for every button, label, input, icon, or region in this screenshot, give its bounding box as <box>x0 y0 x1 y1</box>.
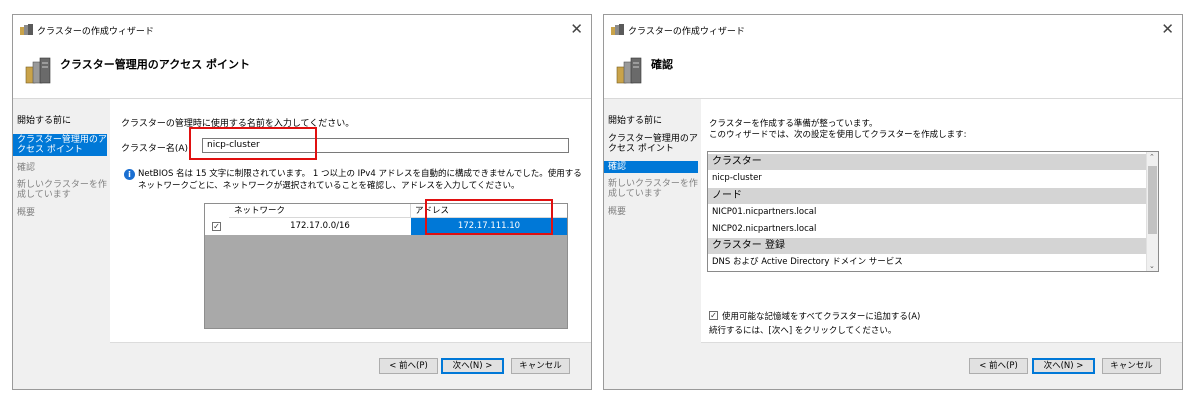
close-icon[interactable]: ✕ <box>1161 21 1174 37</box>
add-storage-label[interactable]: 使用可能な記憶域をすべてクラスターに追加する(A) <box>722 310 920 322</box>
summary-value-node1: NICP01.nicpartners.local <box>712 207 817 217</box>
scroll-up-icon[interactable]: ⌃ <box>1149 153 1155 161</box>
wizard-footer: < 前へ(P) 次へ(N) > キャンセル <box>701 342 1182 389</box>
summary-heading-cluster: クラスター <box>708 154 1148 170</box>
summary-scrollbar[interactable]: ⌃ ⌄ <box>1146 152 1158 271</box>
step-creating-cluster: 新しいクラスターを作成しています <box>608 179 698 199</box>
cluster-wizard-window-left: クラスターの作成ウィザード ✕ クラスター管理用のアクセス ポイント 開始する前… <box>12 14 592 390</box>
info-text-line1: NetBIOS 名は 15 文字に制限されています。 1 つ以上の IPv4 ア… <box>138 169 582 179</box>
summary-value-registration: DNS および Active Directory ドメイン サービス <box>712 257 903 267</box>
table-cell-network: 172.17.0.0/16 <box>229 218 412 235</box>
summary-value-node2: NICP02.nicpartners.local <box>712 224 817 234</box>
step-summary: 概要 <box>608 207 627 217</box>
table-header-check <box>205 204 230 219</box>
back-button[interactable]: < 前へ(P) <box>969 358 1028 374</box>
cluster-wizard-window-right: クラスターの作成ウィザード ✕ 確認 開始する前に クラスター管理用のアクセス … <box>603 14 1183 390</box>
step-creating-cluster: 新しいクラスターを作成しています <box>17 180 107 200</box>
wizard-footer: < 前へ(P) 次へ(N) > キャンセル <box>110 342 591 389</box>
next-button[interactable]: 次へ(N) > <box>1032 358 1095 374</box>
cluster-name-label: クラスター名(A): <box>121 144 192 154</box>
step-before-you-begin[interactable]: 開始する前に <box>608 116 698 126</box>
page-title: クラスター管理用のアクセス ポイント <box>60 58 251 71</box>
wizard-steps: 開始する前に クラスター管理用のアクセス ポイント 確認 新しいクラスターを作成… <box>13 99 110 389</box>
cluster-servers-icon <box>25 57 51 84</box>
table-header-network: ネットワーク <box>229 204 411 218</box>
cluster-app-icon <box>611 24 624 35</box>
intro-text-line2: このウィザードでは、次の設定を使用してクラスターを作成します: <box>709 130 967 140</box>
info-icon: i <box>124 169 135 180</box>
title-bar: クラスターの作成ウィザード ✕ <box>604 15 1182 45</box>
summary-heading-registration: クラスター 登録 <box>708 238 1148 254</box>
scroll-thumb[interactable] <box>1148 166 1157 234</box>
highlight-box-name <box>189 127 317 160</box>
continue-text: 続行するには、[次へ] をクリックしてください。 <box>709 326 897 336</box>
add-storage-checkbox[interactable]: ✓ <box>709 311 718 320</box>
network-checkbox[interactable]: ✓ <box>212 222 221 231</box>
cluster-servers-icon <box>616 57 642 84</box>
next-button[interactable]: 次へ(N) > <box>441 358 504 374</box>
cluster-app-icon <box>20 24 33 35</box>
close-icon[interactable]: ✕ <box>570 21 583 37</box>
info-text-line2: ネットワークごとに、ネットワークが選択されていることを確認し、アドレスを入力して… <box>138 181 520 191</box>
window-title: クラスターの作成ウィザード <box>37 27 154 37</box>
cancel-button[interactable]: キャンセル <box>511 358 570 374</box>
wizard-steps: 開始する前に クラスター管理用のアクセス ポイント 確認 新しいクラスターを作成… <box>604 99 701 389</box>
summary-value-cluster-name: nicp-cluster <box>712 173 762 183</box>
page-title: 確認 <box>651 58 673 71</box>
step-confirmation: 確認 <box>17 163 36 173</box>
wizard-header: 確認 <box>604 45 1182 99</box>
window-title: クラスターの作成ウィザード <box>628 27 745 37</box>
highlight-box-address <box>425 199 553 235</box>
step-before-you-begin[interactable]: 開始する前に <box>17 116 107 126</box>
summary-heading-nodes: ノード <box>708 188 1148 204</box>
step-access-point[interactable]: クラスター管理用のアクセス ポイント <box>13 134 107 156</box>
scroll-down-icon[interactable]: ⌄ <box>1149 262 1155 270</box>
back-button[interactable]: < 前へ(P) <box>379 358 438 374</box>
cancel-button[interactable]: キャンセル <box>1102 358 1161 374</box>
table-row-checkbox-cell: ✓ <box>205 218 230 235</box>
step-access-point[interactable]: クラスター管理用のアクセス ポイント <box>608 134 698 154</box>
wizard-header: クラスター管理用のアクセス ポイント <box>13 45 591 99</box>
title-bar: クラスターの作成ウィザード ✕ <box>13 15 591 45</box>
step-summary: 概要 <box>17 208 36 218</box>
step-confirmation[interactable]: 確認 <box>604 161 698 173</box>
settings-summary-list[interactable]: クラスター nicp-cluster ノード NICP01.nicpartner… <box>707 151 1159 272</box>
